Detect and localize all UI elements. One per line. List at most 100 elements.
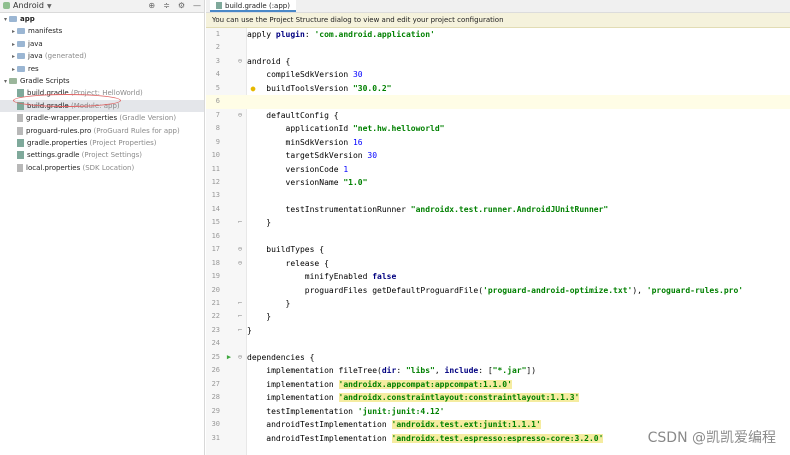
line-number: 14 bbox=[211, 204, 220, 213]
tree-item[interactable]: build.gradle (Project: HelloWorld) bbox=[0, 87, 204, 99]
settings-icon[interactable]: ⚙ bbox=[178, 1, 185, 11]
code-line: 13 bbox=[206, 189, 790, 202]
code-text: buildToolsVersion "30.0.2" bbox=[247, 82, 391, 95]
code-line: 3 ⊖ android { bbox=[206, 55, 790, 68]
code-text: android { bbox=[247, 55, 290, 68]
code-token: } bbox=[247, 325, 252, 335]
code-text: release { bbox=[247, 257, 329, 270]
fold-icon[interactable]: ⊖ bbox=[236, 257, 244, 270]
properties-file-icon bbox=[17, 114, 23, 123]
line-number: 9 bbox=[215, 137, 220, 146]
code-line: 10 targetSdkVersion 30 bbox=[206, 149, 790, 162]
chevron-right-icon[interactable]: ▸ bbox=[10, 26, 17, 38]
tree-item[interactable]: settings.gradle (Project Settings) bbox=[0, 149, 204, 161]
run-icon[interactable]: ▶ bbox=[225, 351, 233, 364]
editor-area: build.gradle (:app) You can use the Proj… bbox=[206, 0, 790, 455]
tab-label: build.gradle (:app) bbox=[225, 2, 290, 10]
tree-item-label: res bbox=[28, 64, 39, 73]
fold-icon[interactable]: ⊖ bbox=[236, 351, 244, 364]
code-token: 'com.android.application' bbox=[314, 30, 435, 39]
fold-icon[interactable]: ⌐ bbox=[236, 297, 244, 310]
code-token: : bbox=[396, 366, 406, 376]
tree-item[interactable]: ▸ res bbox=[0, 63, 204, 75]
view-selector[interactable]: Android ▼ bbox=[3, 1, 52, 10]
code-line: 23 ⌐} bbox=[206, 324, 790, 337]
code-text: versionName "1.0" bbox=[247, 176, 368, 189]
code-text: apply plugin: 'com.android.application' bbox=[247, 28, 435, 41]
code-token: "net.hw.helloworld" bbox=[352, 124, 445, 134]
fold-icon[interactable]: ⊖ bbox=[236, 243, 244, 256]
line-number: 3 bbox=[215, 56, 220, 65]
tree-item-label: java bbox=[28, 52, 43, 61]
code-line: 1 apply plugin: 'com.android.application' bbox=[206, 28, 790, 41]
tree-item[interactable]: ▾ Gradle Scripts bbox=[0, 75, 204, 87]
code-token: versionName bbox=[247, 177, 344, 187]
line-number: 29 bbox=[211, 406, 220, 415]
tree-item[interactable]: proguard-rules.pro (ProGuard Rules for a… bbox=[0, 125, 204, 137]
code-token: include bbox=[444, 366, 479, 376]
tree-item[interactable]: ▸ java bbox=[0, 38, 204, 50]
tree-item[interactable]: ▸ java (generated) bbox=[0, 50, 204, 62]
code-token: targetSdkVersion bbox=[247, 151, 368, 161]
fold-icon[interactable]: ⊖ bbox=[236, 109, 244, 122]
code-line: 26 implementation fileTree(dir: "libs", … bbox=[206, 364, 790, 377]
line-number: 1 bbox=[215, 30, 220, 38]
chevron-down-icon[interactable]: ▾ bbox=[2, 76, 9, 88]
tree-item[interactable]: gradle-wrapper.properties (Gradle Versio… bbox=[0, 112, 204, 124]
code-line: 5 ● buildToolsVersion "30.0.2" bbox=[206, 82, 790, 95]
code-line: 11 versionCode 1 bbox=[206, 163, 790, 176]
fold-icon[interactable]: ⌐ bbox=[236, 310, 244, 323]
code-token: 1 bbox=[343, 164, 349, 174]
sync-icon[interactable]: ⊕ bbox=[148, 1, 155, 11]
tree-item[interactable]: local.properties (SDK Location) bbox=[0, 162, 204, 174]
code-line: 7 ⊖ defaultConfig { bbox=[206, 109, 790, 122]
gradle-file-icon bbox=[17, 139, 24, 147]
code-token: applicationId bbox=[247, 124, 353, 134]
code-line: 4 compileSdkVersion 30 bbox=[206, 68, 790, 81]
code-line: 12 versionName "1.0" bbox=[206, 176, 790, 189]
chevron-down-icon[interactable]: ▾ bbox=[2, 14, 9, 26]
tree-item[interactable]: gradle.properties (Project Properties) bbox=[0, 137, 204, 149]
code-token: implementation bbox=[247, 379, 339, 389]
line-number: 6 bbox=[215, 97, 220, 106]
chevron-right-icon[interactable]: ▸ bbox=[10, 64, 17, 76]
code-line: 29 testImplementation 'junit:junit:4.12' bbox=[206, 405, 790, 418]
hide-icon[interactable]: — bbox=[193, 1, 201, 11]
code-text: dependencies { bbox=[247, 351, 314, 364]
code-text: defaultConfig { bbox=[247, 109, 338, 122]
fold-icon[interactable]: ⊖ bbox=[236, 55, 244, 68]
code-text: implementation 'androidx.constraintlayou… bbox=[247, 391, 580, 404]
line-number: 5 bbox=[215, 83, 220, 92]
line-number: 28 bbox=[211, 393, 220, 402]
code-token: 'proguard-rules.pro' bbox=[646, 285, 744, 295]
project-structure-banner: You can use the Project Structure dialog… bbox=[206, 13, 790, 28]
folder-icon bbox=[17, 53, 25, 60]
fold-icon[interactable]: ⌐ bbox=[236, 216, 244, 229]
gradle-file-icon bbox=[17, 101, 24, 110]
tree-item-hint: (ProGuard Rules for app) bbox=[91, 126, 180, 135]
tree-item[interactable]: build.gradle (Module: app) bbox=[0, 99, 204, 112]
code-text: } bbox=[247, 216, 271, 229]
code-token: buildTypes { bbox=[247, 245, 325, 255]
code-token: android { bbox=[247, 56, 291, 66]
line-number: 15 bbox=[211, 218, 220, 227]
chevron-down-icon: ▼ bbox=[46, 3, 52, 10]
chevron-right-icon[interactable]: ▸ bbox=[10, 39, 17, 51]
tree-item[interactable]: ▸ manifests bbox=[0, 25, 204, 37]
tree-item[interactable]: ▾ app bbox=[0, 13, 204, 25]
tab-build-gradle-app[interactable]: build.gradle (:app) bbox=[210, 0, 296, 12]
code-text: } bbox=[247, 310, 271, 323]
code-token: compileSdkVersion bbox=[247, 70, 353, 80]
chevron-right-icon[interactable]: ▸ bbox=[10, 51, 17, 63]
code-token: testInstrumentationRunner bbox=[247, 204, 411, 214]
code-token: release { bbox=[247, 258, 329, 268]
code-line: 24 bbox=[206, 337, 790, 350]
code-line: 21 ⌐ } bbox=[206, 297, 790, 310]
code-token: versionCode bbox=[247, 164, 344, 174]
code-token: } bbox=[247, 299, 291, 308]
code-text: } bbox=[247, 297, 291, 310]
fold-icon[interactable]: ⌐ bbox=[236, 324, 244, 337]
collapse-icon[interactable]: ≑ bbox=[163, 1, 170, 11]
code-token: apply bbox=[247, 30, 276, 39]
code-token: 30 bbox=[367, 151, 378, 161]
